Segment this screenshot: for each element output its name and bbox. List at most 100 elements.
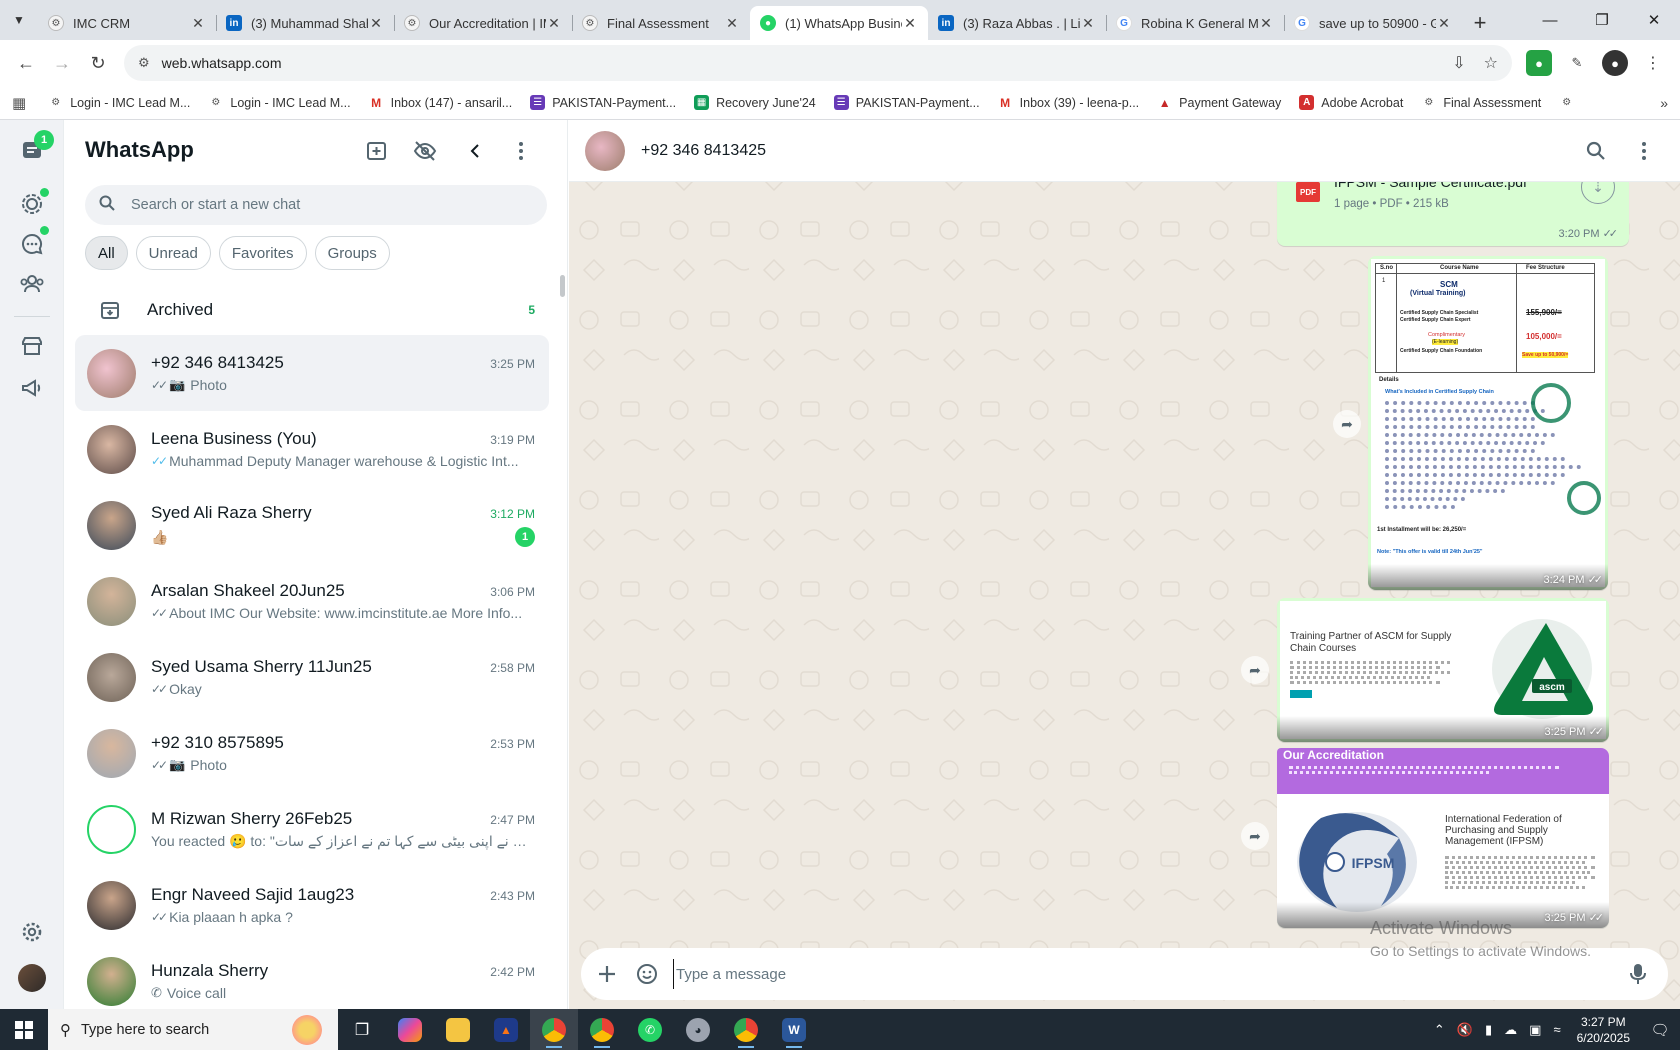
collapse-panel-button[interactable] [460,136,490,166]
volume-muted-icon[interactable]: 🔇 [1457,1022,1473,1038]
chat-row[interactable]: Engr Naveed Sajid 1aug23 2:43 PM ✓✓ Kia pl… [75,867,549,943]
taskbar-app[interactable]: ▲ [482,1009,530,1050]
archived-row[interactable]: Archived 5 [85,286,547,334]
browser-tab[interactable]: in (3) Muhammad Shahzad ✕ [216,6,394,40]
network-icon[interactable]: ▣ [1529,1022,1541,1038]
fee-structure-image[interactable]: S.no Course Name Fee Structure 1 SCM (Vi… [1371,259,1605,587]
bookmark-item[interactable]: M Inbox (147) - ansaril... [369,95,512,110]
conversation-menu-button[interactable] [1629,136,1659,166]
filter-favorites[interactable]: Favorites [218,236,307,270]
close-tab-icon[interactable]: ✕ [546,15,562,32]
message-input[interactable] [673,959,1618,989]
avatar[interactable] [87,348,136,398]
bookmark-item[interactable]: ⚙ Login - IMC Lead M... [48,95,190,110]
back-button[interactable]: ← [8,45,44,81]
browser-tab[interactable]: ⚙ IMC CRM ✕ [38,6,216,40]
taskbar-copilot[interactable] [386,1009,434,1050]
catalog-nav-button[interactable] [16,330,48,362]
forward-button[interactable]: ➦ [1241,822,1269,850]
restore-icon[interactable]: ❐ [1576,11,1628,29]
bookmark-item[interactable]: ⚙ Login - IMC Lead M... [208,95,350,110]
profile-avatar-icon[interactable]: ● [1602,50,1628,76]
forward-button[interactable]: ➦ [1241,656,1269,684]
taskbar-clock[interactable]: 3:27 PM 6/20/2025 [1577,1014,1630,1046]
bookmark-item[interactable]: ☰ PAKISTAN-Payment... [530,95,676,110]
bookmark-star-icon[interactable]: ☆ [1484,53,1498,73]
profile-avatar[interactable] [18,964,46,992]
chat-row[interactable]: Arsalan Shakeel 20Jun25 3:06 PM ✓✓ About I… [75,563,549,639]
taskbar-chrome[interactable] [530,1009,578,1050]
avatar[interactable] [87,956,136,1006]
chat-row[interactable]: Leena Business (You) 3:19 PM ✓✓ Muhammad D… [75,411,549,487]
chat-list-menu-button[interactable] [506,136,536,166]
image-message-ascm[interactable]: Training Partner of ASCM for Supply Chai… [1277,598,1609,742]
start-button[interactable] [0,1009,48,1050]
bookmark-item[interactable]: ⚙ Final Assessment [1421,95,1541,110]
download-icon[interactable]: ⇣ [1581,182,1615,204]
browser-tab[interactable]: ⚙ Final Assessment ✕ [572,6,750,40]
contact-avatar[interactable] [585,130,625,171]
chat-row[interactable]: Hunzala Sherry 2:42 PM ✆ Voice call [75,943,549,1009]
close-tab-icon[interactable]: ✕ [190,15,206,32]
close-tab-icon[interactable]: ✕ [902,15,918,32]
search-input[interactable]: Search or start a new chat [85,185,547,225]
taskbar-word[interactable]: W [770,1009,818,1050]
bookmark-item[interactable]: M Inbox (39) - leena-p... [998,95,1139,110]
bookmark-item[interactable]: ⚙ [1559,95,1581,110]
browser-tab[interactable]: G save up to 50900 - Google ✕ [1284,6,1462,40]
avatar[interactable] [87,652,136,702]
apps-grid-button[interactable]: ▦ [12,94,26,112]
taskbar-whatsapp[interactable]: ✆ [626,1009,674,1050]
taskbar-search[interactable]: ⚲ Type here to search [48,1009,338,1050]
bookmark-item[interactable]: ▦ Recovery June'24 [694,95,816,110]
sticker-button[interactable] [627,963,667,985]
battery-icon[interactable]: ▮ [1485,1022,1492,1038]
forward-button[interactable]: → [44,45,80,81]
tab-search-button[interactable]: ▼ [0,0,38,40]
chat-row[interactable]: +92 310 8575895 2:53 PM ✓✓ 📷 Photo [75,715,549,791]
taskbar-chrome[interactable] [578,1009,626,1050]
avatar[interactable] [87,424,136,474]
minimize-icon[interactable]: — [1524,12,1576,29]
extensions-puzzle-icon[interactable]: ✎ [1564,50,1590,76]
chat-row[interactable]: Syed Ali Raza Sherry 3:12 PM 👍🏼 1 [75,487,549,563]
voice-message-button[interactable] [1618,963,1658,985]
settings-nav-button[interactable] [16,916,48,948]
chat-row[interactable]: +92 346 8413425 3:25 PM ✓✓ 📷 Photo [75,335,549,411]
chat-row[interactable]: Syed Usama Sherry 11Jun25 2:58 PM ✓✓ Okay [75,639,549,715]
bookmark-item[interactable]: A Adobe Acrobat [1299,95,1403,110]
bookmark-item[interactable]: ☰ PAKISTAN-Payment... [833,95,980,110]
weather-icon[interactable]: ☁ [1504,1022,1517,1038]
close-tab-icon[interactable]: ✕ [1080,15,1096,32]
forward-button[interactable]: ➦ [1333,410,1361,438]
accreditation-image[interactable]: Our Accreditation IFPSM International Fe… [1277,748,1609,928]
avatar[interactable] [87,728,136,778]
filter-all[interactable]: All [85,236,128,270]
address-bar[interactable]: ⚙ web.whatsapp.com ⇩ ☆ [124,45,1512,81]
more-bookmarks-icon[interactable]: » [1660,95,1668,111]
chat-row[interactable]: M Rizwan Sherry 26Feb25 2:47 PM You react… [75,791,549,867]
close-tab-icon[interactable]: ✕ [1258,15,1274,32]
privacy-toggle-button[interactable] [410,136,440,166]
taskbar-file-explorer[interactable] [434,1009,482,1050]
browser-menu-icon[interactable]: ⋮ [1640,50,1666,76]
filter-unread[interactable]: Unread [135,236,211,270]
browser-tab-active[interactable]: ● (1) WhatsApp Business ✕ [750,6,928,40]
attach-button[interactable] [587,965,627,983]
close-tab-icon[interactable]: ✕ [1436,15,1452,32]
taskbar-app[interactable]: ◕ [674,1009,722,1050]
notifications-icon[interactable]: 🗨 [1640,1021,1680,1039]
close-tab-icon[interactable]: ✕ [368,15,384,32]
chat-list-scrollbar[interactable] [560,275,565,297]
filter-groups[interactable]: Groups [314,236,390,270]
bookmark-item[interactable]: ▲ Payment Gateway [1157,95,1282,110]
browser-tab[interactable]: ⚙ Our Accreditation | IMC ✕ [394,6,572,40]
site-settings-icon[interactable]: ⚙ [138,55,150,71]
avatar[interactable] [87,804,136,854]
browser-tab[interactable]: G Robina K General Manager ✕ [1106,6,1284,40]
install-app-icon[interactable]: ⇩ [1452,53,1465,73]
reload-button[interactable]: ↻ [80,45,116,81]
image-message-fee-structure[interactable]: S.no Course Name Fee Structure 1 SCM (Vi… [1368,256,1608,590]
browser-tab[interactable]: in (3) Raza Abbas . | LinkedIn ✕ [928,6,1106,40]
pdf-message[interactable]: PDF IFPSM - Sample Certificate.pdf 1 pag… [1277,182,1629,246]
